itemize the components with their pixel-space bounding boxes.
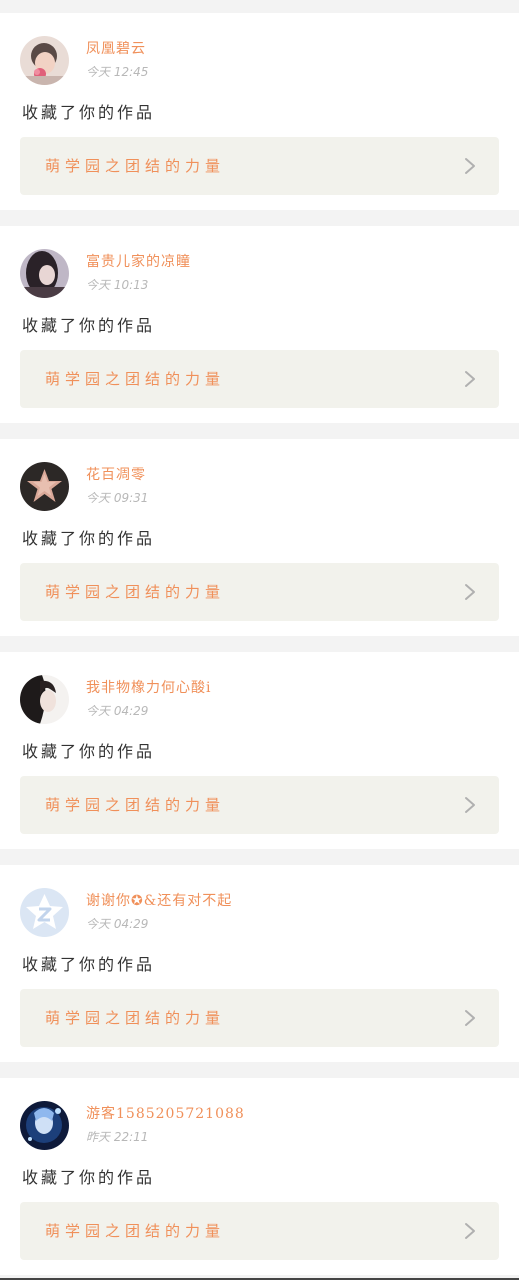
username[interactable]: 凤凰碧云 (86, 38, 146, 58)
username[interactable]: 富贵儿家的凉瞳 (86, 251, 191, 271)
avatar-image (20, 1101, 69, 1150)
work-link[interactable]: 萌学园之团结的力量 (20, 563, 499, 621)
chevron-right-icon (463, 370, 477, 388)
work-link[interactable]: 萌学园之团结的力量 (20, 1202, 499, 1260)
username[interactable]: 谢谢你✪&还有对不起 (86, 890, 232, 910)
notification-card: 富贵儿家的凉瞳 今天 10:13 收藏了你的作品 萌学园之团结的力量 (0, 226, 519, 423)
work-title: 萌学园之团结的力量 (45, 157, 226, 175)
avatar-image (20, 249, 69, 298)
dark-hair-girl-avatar[interactable] (20, 249, 69, 298)
notification-card: 我非物橡力何心酸i 今天 04:29 收藏了你的作品 萌学园之团结的力量 (0, 652, 519, 849)
action-text: 收藏了你的作品 (22, 316, 156, 335)
action-text: 收藏了你的作品 (22, 955, 156, 974)
avatar-image (20, 36, 69, 85)
star-avatar[interactable] (20, 462, 69, 511)
chevron-right-icon (463, 1222, 477, 1240)
action-text: 收藏了你的作品 (22, 742, 156, 761)
notification-card: 游客1585205721088 昨天 22:11 收藏了你的作品 萌学园之团结的… (0, 1078, 519, 1275)
timestamp: 今天 04:29 (86, 704, 149, 718)
action-text: 收藏了你的作品 (22, 1168, 156, 1187)
chevron-right-icon (463, 796, 477, 814)
chevron-right-icon (463, 157, 477, 175)
chevron-right-icon (463, 1009, 477, 1027)
notification-card: 凤凰碧云 今天 12:45 收藏了你的作品 萌学园之团结的力量 (0, 13, 519, 210)
username[interactable]: 花百凋零 (86, 464, 146, 484)
notification-feed: 凤凰碧云 今天 12:45 收藏了你的作品 萌学园之团结的力量 富贵儿家的凉瞳 … (0, 0, 519, 1280)
timestamp: 今天 09:31 (86, 491, 149, 505)
work-title: 萌学园之团结的力量 (45, 1222, 226, 1240)
chevron-right-icon (463, 583, 477, 601)
action-text: 收藏了你的作品 (22, 103, 156, 122)
avatar-image (20, 675, 69, 724)
notification-card: 花百凋零 今天 09:31 收藏了你的作品 萌学园之团结的力量 (0, 439, 519, 636)
work-title: 萌学园之团结的力量 (45, 796, 226, 814)
username[interactable]: 我非物橡力何心酸i (86, 677, 211, 697)
work-link[interactable]: 萌学园之团结的力量 (20, 989, 499, 1047)
avatar-image (20, 888, 69, 937)
anime-blue-avatar[interactable] (20, 1101, 69, 1150)
work-title: 萌学园之团结的力量 (45, 370, 226, 388)
avatar-image (20, 462, 69, 511)
timestamp: 今天 10:13 (86, 278, 149, 292)
timestamp: 今天 12:45 (86, 65, 149, 79)
timestamp: 昨天 22:11 (86, 1130, 149, 1144)
girl-profile-avatar[interactable] (20, 675, 69, 724)
work-title: 萌学园之团结的力量 (45, 1009, 226, 1027)
timestamp: 今天 04:29 (86, 917, 149, 931)
default-qzone-avatar[interactable] (20, 888, 69, 937)
username[interactable]: 游客1585205721088 (86, 1103, 245, 1123)
action-text: 收藏了你的作品 (22, 529, 156, 548)
work-link[interactable]: 萌学园之团结的力量 (20, 137, 499, 195)
notification-card: 谢谢你✪&还有对不起 今天 04:29 收藏了你的作品 萌学园之团结的力量 (0, 865, 519, 1062)
work-title: 萌学园之团结的力量 (45, 583, 226, 601)
girl-flower-avatar[interactable] (20, 36, 69, 85)
work-link[interactable]: 萌学园之团结的力量 (20, 350, 499, 408)
work-link[interactable]: 萌学园之团结的力量 (20, 776, 499, 834)
